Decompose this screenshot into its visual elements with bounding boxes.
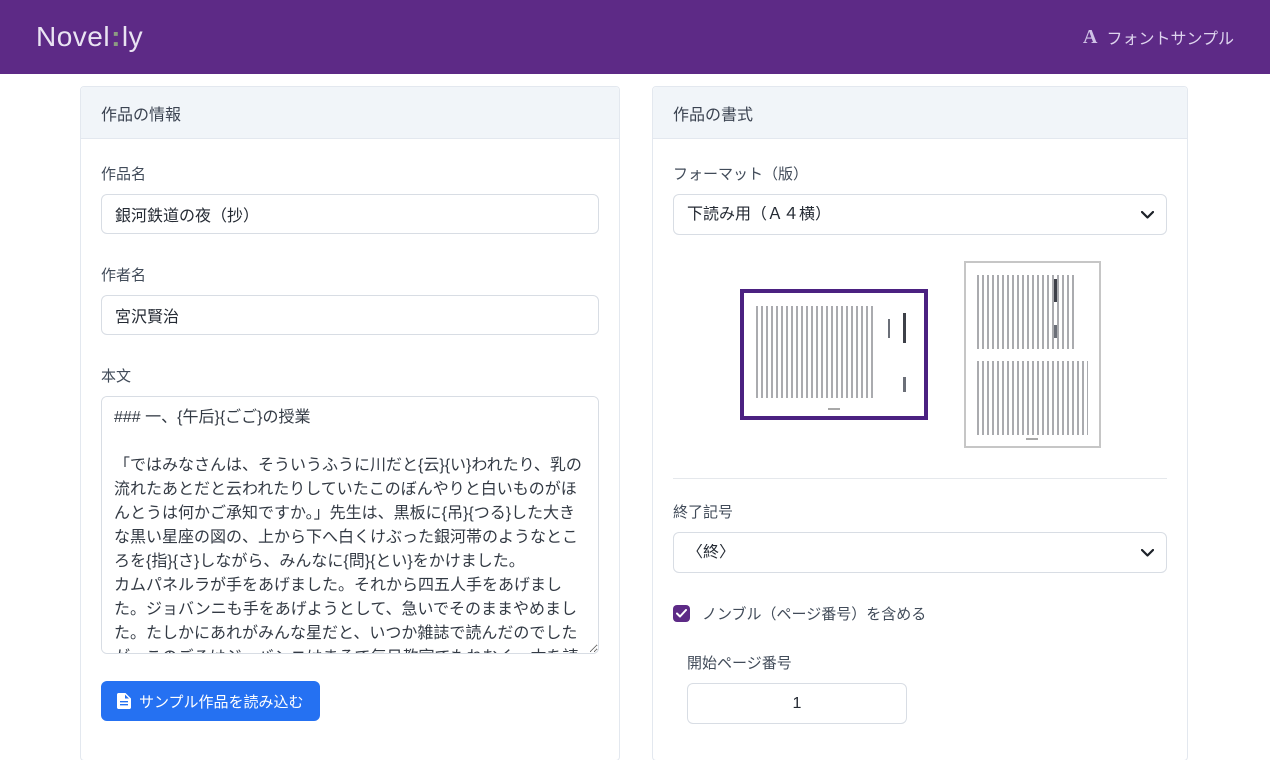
document-icon	[117, 693, 131, 709]
author-name-field: 作者名	[101, 264, 599, 335]
body-text-field: 本文 ### 一、{午后}{ごご}の授業 「ではみなさんは、そういうふうに川だと…	[101, 365, 599, 659]
work-info-panel-title: 作品の情報	[81, 87, 619, 139]
work-name-label: 作品名	[101, 163, 599, 184]
preview-author-line	[903, 377, 906, 392]
format-panel-title: 作品の書式	[653, 87, 1187, 139]
load-sample-button-label: サンプル作品を読み込む	[139, 691, 304, 712]
preview-title-line	[1054, 279, 1057, 302]
logo-colon: :	[110, 21, 122, 52]
app-header: Novel:ly A フォントサンプル	[0, 0, 1270, 74]
start-page-input[interactable]	[687, 683, 907, 724]
work-name-input[interactable]	[101, 194, 599, 234]
nav-font-sample-label: フォントサンプル	[1106, 25, 1234, 49]
format-preview-row	[673, 261, 1167, 448]
preview-chapter-line	[888, 319, 890, 338]
check-icon	[676, 609, 687, 618]
nav-font-sample[interactable]: A フォントサンプル	[1083, 25, 1234, 49]
format-panel: 作品の書式 フォーマット（版） 下読み用（Ａ４横）	[652, 86, 1188, 760]
format-label: フォーマット（版）	[673, 163, 1167, 184]
preview-page-number-mark	[828, 408, 840, 410]
preview-text-columns	[977, 275, 1075, 349]
end-symbol-label: 終了記号	[673, 501, 1167, 522]
preview-thumbnail-a4-portrait[interactable]	[964, 261, 1101, 448]
main-content: 作品の情報 作品名 作者名 本文 ### 一、{午后}{ごご}の授業 「ではみな…	[0, 74, 1270, 760]
app-logo[interactable]: Novel:ly	[36, 21, 143, 53]
nombre-checkbox-checked[interactable]	[673, 605, 690, 622]
section-divider	[673, 478, 1167, 479]
logo-text-suffix: ly	[122, 21, 143, 52]
author-name-label: 作者名	[101, 264, 599, 285]
end-symbol-select[interactable]: 〈終〉	[673, 532, 1167, 573]
format-field: フォーマット（版） 下読み用（Ａ４横）	[673, 163, 1167, 235]
preview-text-columns	[756, 306, 874, 398]
nombre-checkbox-row[interactable]: ノンブル（ページ番号）を含める	[673, 603, 1167, 624]
body-text-label: 本文	[101, 365, 599, 386]
work-name-field: 作品名	[101, 163, 599, 234]
preview-author-line	[1054, 325, 1057, 338]
end-symbol-field: 終了記号 〈終〉	[673, 501, 1167, 573]
load-sample-button[interactable]: サンプル作品を読み込む	[101, 681, 320, 721]
format-select[interactable]: 下読み用（Ａ４横）	[673, 194, 1167, 235]
start-page-field: 開始ページ番号	[687, 652, 1167, 724]
start-page-label: 開始ページ番号	[687, 652, 1167, 673]
work-info-panel: 作品の情報 作品名 作者名 本文 ### 一、{午后}{ごご}の授業 「ではみな…	[80, 86, 620, 760]
body-text-input[interactable]: ### 一、{午后}{ごご}の授業 「ではみなさんは、そういうふうに川だと{云}…	[101, 396, 599, 654]
preview-title-line	[903, 313, 906, 343]
preview-page-number-mark	[1026, 438, 1038, 440]
nombre-checkbox-label: ノンブル（ページ番号）を含める	[702, 603, 926, 624]
preview-text-columns	[977, 361, 1088, 435]
font-sample-icon: A	[1083, 26, 1097, 49]
preview-thumbnail-a4-landscape-selected[interactable]	[740, 289, 928, 420]
author-name-input[interactable]	[101, 295, 599, 335]
logo-text: Novel	[36, 21, 110, 52]
